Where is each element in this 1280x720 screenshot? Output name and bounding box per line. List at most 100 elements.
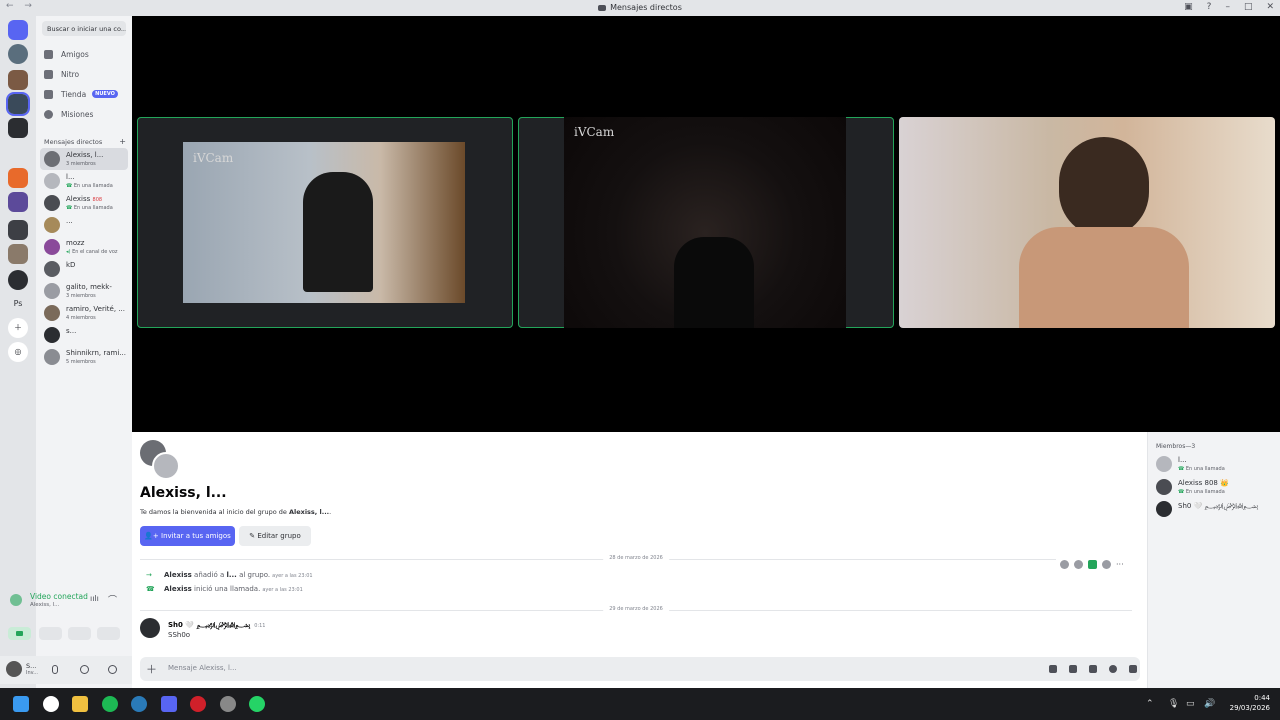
server-icon[interactable]	[8, 168, 28, 188]
soundboard-button[interactable]	[97, 627, 120, 640]
phone-icon: ☎	[1178, 489, 1186, 495]
chat-panel: Alexiss, l... Te damos la bienvenida al …	[132, 432, 1147, 688]
dm-item[interactable]: galito, mekk- 3 miembros	[40, 280, 128, 302]
nav-quests[interactable]: Misiones	[44, 107, 93, 121]
server-icon[interactable]	[8, 144, 28, 164]
voice-channel-name[interactable]: Alexiss, l...	[30, 602, 59, 608]
sticker-icon[interactable]	[1089, 665, 1097, 673]
user-status: Inv...	[26, 670, 38, 676]
network-icon[interactable]: ▭	[1186, 699, 1195, 709]
member-item[interactable]: Alexiss 808 👑 ☎ En una llamada	[1156, 477, 1276, 497]
message-avatar[interactable]	[140, 618, 160, 638]
search-input[interactable]: Buscar o iniciar una co...	[42, 21, 126, 36]
invite-friends-button[interactable]: 👤+ Invitar a tus amigos	[140, 526, 235, 546]
server-icon[interactable]	[8, 220, 28, 240]
help-icon[interactable]: ?	[1207, 2, 1212, 12]
file-explorer-icon[interactable]	[72, 696, 88, 712]
video-tile[interactable]	[899, 117, 1275, 328]
server-icon[interactable]	[8, 118, 28, 138]
dm-item[interactable]: mozz ◂) En el canal de voz	[40, 236, 128, 258]
opera-icon[interactable]	[190, 696, 206, 712]
nav-nitro[interactable]: Nitro	[44, 67, 79, 81]
microphone-icon[interactable]	[52, 665, 58, 674]
dm-item[interactable]: Alexiss 808 ☎ En una llamada	[40, 192, 128, 214]
screen-share-button[interactable]	[39, 627, 62, 640]
avatar	[1156, 501, 1172, 517]
home-discord-icon[interactable]	[8, 20, 28, 40]
attach-plus-icon[interactable]: ＋	[146, 661, 157, 677]
more-icon[interactable]: ···	[1116, 560, 1124, 569]
dm-item[interactable]: ramiro, Verité, ... 4 miembros	[40, 302, 128, 324]
dm-item[interactable]: kD	[40, 258, 128, 280]
message-composer[interactable]: ＋ Mensaje Alexiss, l...	[140, 657, 1140, 681]
explore-icon[interactable]: ◎	[8, 342, 28, 362]
nitro-icon	[44, 69, 53, 79]
spotify-icon[interactable]	[102, 696, 118, 712]
phone-icon: ☎	[66, 205, 74, 211]
headphones-icon[interactable]	[80, 665, 89, 674]
disconnect-icon[interactable]: ⌒	[108, 593, 117, 606]
dm-item[interactable]: l... ☎ En una llamada	[40, 170, 128, 192]
gif-icon[interactable]	[1069, 665, 1077, 673]
avatar	[44, 151, 60, 167]
microphone-tray-icon[interactable]: 🎙	[1168, 699, 1179, 709]
video-tile[interactable]: iVCam	[137, 117, 513, 328]
nav-friends[interactable]: Amigos	[44, 47, 89, 61]
emoji-icon[interactable]	[1109, 665, 1117, 673]
avatar	[44, 283, 60, 299]
avatar	[1156, 456, 1172, 472]
maximize-button[interactable]: □	[1244, 2, 1253, 12]
activities-button[interactable]	[68, 627, 91, 640]
video-tile[interactable]: iVCam	[518, 117, 894, 328]
apps-icon[interactable]	[1129, 665, 1137, 673]
server-ps-icon[interactable]: Ps	[8, 294, 28, 314]
message-input[interactable]: Mensaje Alexiss, l...	[168, 664, 237, 672]
windows-start-icon[interactable]	[13, 696, 29, 712]
whatsapp-icon[interactable]	[249, 696, 265, 712]
close-button[interactable]: ✕	[1266, 2, 1274, 12]
phone-icon: ☎	[66, 183, 74, 189]
avatar	[44, 305, 60, 321]
server-icon[interactable]	[8, 44, 28, 64]
settings-gear-icon[interactable]	[108, 665, 117, 674]
add-server-icon[interactable]: ＋	[8, 318, 28, 338]
reaction-icon[interactable]	[1060, 559, 1069, 569]
app-icon[interactable]	[220, 696, 236, 712]
new-badge: NUEVO	[92, 90, 118, 98]
edit-group-button[interactable]: ✎ Editar grupo	[239, 526, 311, 546]
dm-item[interactable]: ...	[40, 214, 128, 236]
member-item[interactable]: l... ☎ En una llamada	[1156, 454, 1276, 474]
phone-icon: ☎	[146, 585, 155, 593]
steam-icon[interactable]	[131, 696, 147, 712]
server-icon[interactable]	[8, 270, 28, 290]
tray-chevron-icon[interactable]: ⌃	[1146, 699, 1154, 709]
dm-item[interactable]: s...	[40, 324, 128, 346]
avatar	[44, 239, 60, 255]
dm-item[interactable]: Alexiss, l... 3 miembros	[40, 148, 128, 170]
camera-button[interactable]	[8, 627, 31, 640]
nav-shop[interactable]: Tienda NUEVO	[44, 87, 118, 101]
discord-icon[interactable]	[161, 696, 177, 712]
voice-status[interactable]: Video conectad	[30, 592, 88, 601]
noise-suppression-icon[interactable]: ıılı	[90, 594, 99, 603]
voice-connection-panel: Video conectad Alexiss, l... ıılı ⌒	[4, 590, 126, 652]
clock[interactable]: 0:44 29/03/2026	[1230, 693, 1270, 713]
inbox-icon[interactable]: ▣	[1184, 2, 1193, 12]
server-icon[interactable]	[8, 244, 28, 264]
server-icon[interactable]	[6, 92, 30, 116]
server-icon[interactable]	[8, 70, 28, 90]
gift-icon[interactable]	[1049, 665, 1057, 673]
avatar	[44, 261, 60, 277]
server-icon[interactable]	[8, 192, 28, 212]
check-reaction-icon[interactable]	[1088, 559, 1097, 569]
dm-item[interactable]: Shinnikrn, rami... 5 miembros	[40, 346, 128, 368]
member-item[interactable]: Sh0 🤍 ﷽	[1156, 499, 1276, 519]
user-avatar[interactable]	[6, 661, 22, 677]
reaction-icon[interactable]	[1074, 559, 1083, 569]
minimize-button[interactable]: –	[1225, 2, 1230, 12]
user-panel: S... Inv...	[0, 656, 132, 684]
clock-app-icon[interactable]	[43, 696, 59, 712]
create-dm-button[interactable]: +	[119, 137, 126, 146]
add-reaction-icon[interactable]	[1102, 559, 1111, 569]
volume-icon[interactable]: 🔊	[1204, 699, 1215, 709]
